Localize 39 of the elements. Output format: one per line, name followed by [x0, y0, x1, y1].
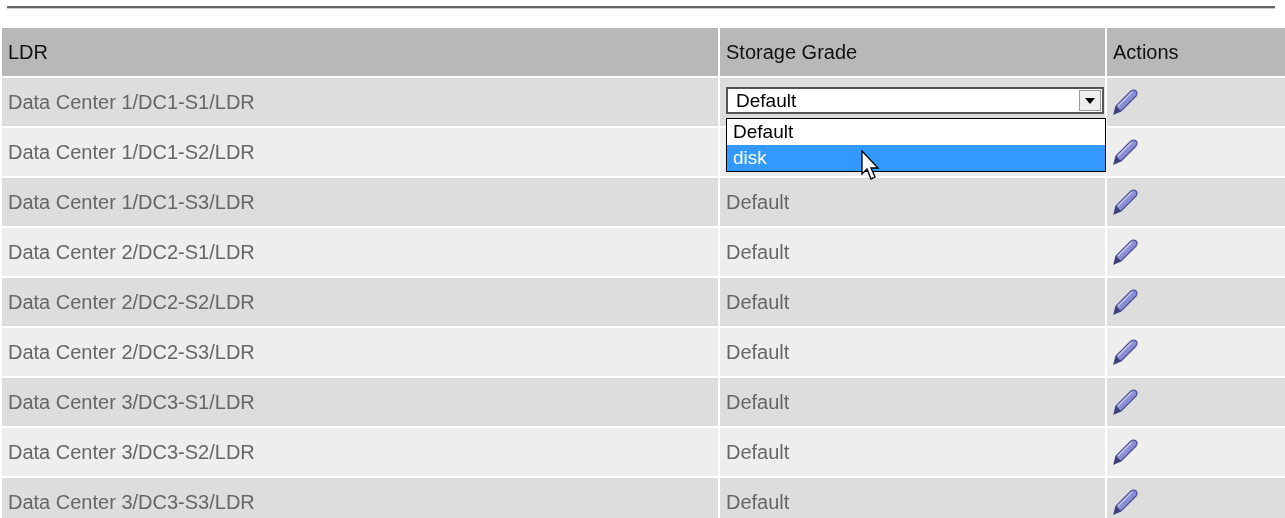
dropdown-option[interactable]: Default	[727, 119, 1105, 145]
pencil-icon	[1110, 137, 1140, 167]
ldr-cell: Data Center 2/DC2-S3/LDR	[2, 328, 718, 376]
storage-grade-cell: Default	[720, 278, 1105, 326]
edit-button[interactable]	[1110, 387, 1140, 417]
column-header: Actions	[1107, 28, 1285, 76]
storage-grade-dropdown[interactable]: Default	[726, 87, 1104, 114]
edit-button[interactable]	[1110, 287, 1140, 317]
storage-grade-cell: Default	[720, 428, 1105, 476]
pencil-icon	[1110, 487, 1140, 517]
edit-button[interactable]	[1110, 337, 1140, 367]
ldr-cell: Data Center 1/DC1-S3/LDR	[2, 178, 718, 226]
edit-button[interactable]	[1110, 237, 1140, 267]
storage-grade-cell: Default	[720, 328, 1105, 376]
pencil-icon	[1110, 87, 1140, 117]
storage-grade-cell: Default	[720, 478, 1105, 518]
edit-button[interactable]	[1110, 137, 1140, 167]
column-header: Storage Grade	[720, 28, 1105, 76]
ldr-cell: Data Center 2/DC2-S2/LDR	[2, 278, 718, 326]
column-header: LDR	[2, 28, 718, 76]
pencil-icon	[1110, 237, 1140, 267]
storage-grade-cell: Default	[720, 228, 1105, 276]
ldr-cell: Data Center 2/DC2-S1/LDR	[2, 228, 718, 276]
edit-button[interactable]	[1110, 87, 1140, 117]
storage-grade-cell: Default	[720, 378, 1105, 426]
storage-grade-cell: Default	[720, 178, 1105, 226]
edit-button[interactable]	[1110, 487, 1140, 517]
ldr-cell: Data Center 3/DC3-S3/LDR	[2, 478, 718, 518]
pencil-icon	[1110, 337, 1140, 367]
ldr-cell: Data Center 1/DC1-S2/LDR	[2, 128, 718, 176]
pencil-icon	[1110, 437, 1140, 467]
ldr-cell: Data Center 3/DC3-S2/LDR	[2, 428, 718, 476]
edit-button[interactable]	[1110, 437, 1140, 467]
pencil-icon	[1110, 287, 1140, 317]
pencil-icon	[1110, 387, 1140, 417]
ldr-cell: Data Center 1/DC1-S1/LDR	[2, 78, 718, 126]
ldr-cell: Data Center 3/DC3-S1/LDR	[2, 378, 718, 426]
edit-button[interactable]	[1110, 187, 1140, 217]
pencil-icon	[1110, 187, 1140, 217]
